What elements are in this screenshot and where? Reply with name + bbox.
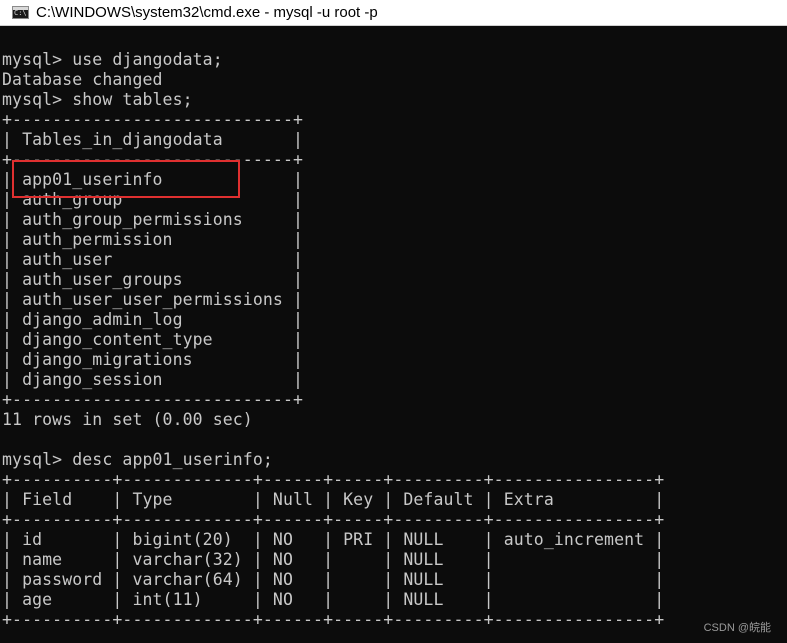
console-line: | auth_user | xyxy=(2,250,304,269)
window-titlebar[interactable]: C:\WINDOWS\system32\cmd.exe - mysql -u r… xyxy=(0,0,787,26)
console-line: | auth_user_user_permissions | xyxy=(2,290,304,309)
cmd-app-icon xyxy=(12,6,29,19)
console-line: | Tables_in_djangodata | xyxy=(2,130,304,149)
console-line: | django_session | xyxy=(2,370,304,389)
console-line: | django_admin_log | xyxy=(2,310,304,329)
console-line: | password | varchar(64) | NO | | NULL |… xyxy=(2,570,665,589)
console-line: Database changed xyxy=(2,70,163,89)
console-line: +----------------------------+ xyxy=(2,110,304,129)
window-title: C:\WINDOWS\system32\cmd.exe - mysql -u r… xyxy=(36,4,378,21)
console-line: | django_content_type | xyxy=(2,330,304,349)
console-output[interactable]: mysql> use djangodata; Database changed my… xyxy=(0,50,787,643)
console-line: | name | varchar(32) | NO | | NULL | | xyxy=(2,550,665,569)
console-line: | age | int(11) | NO | | NULL | | xyxy=(2,590,665,609)
console-line: mysql> show tables; xyxy=(2,90,193,109)
highlight-box xyxy=(12,160,240,198)
console-line: | django_migrations | xyxy=(2,350,304,369)
watermark: CSDN @皖能 xyxy=(703,622,771,634)
console-line: | auth_user_groups | xyxy=(2,270,304,289)
console-line: +----------+-------------+------+-----+-… xyxy=(2,470,665,489)
console-line: mysql> use djangodata; xyxy=(2,50,223,69)
console-line: | auth_permission | xyxy=(2,230,304,249)
console-line: 11 rows in set (0.00 sec) xyxy=(2,410,253,429)
console-line: | id | bigint(20) | NO | PRI | NULL | au… xyxy=(2,530,665,549)
console-line: mysql> desc app01_userinfo; xyxy=(2,450,273,469)
console-line: +----------+-------------+------+-----+-… xyxy=(2,510,665,529)
console-line: | auth_group_permissions | xyxy=(2,210,304,229)
console-line: | Field | Type | Null | Key | Default | … xyxy=(2,490,665,509)
console-line: +----------+-------------+------+-----+-… xyxy=(2,610,665,629)
console-line: +----------------------------+ xyxy=(2,390,304,409)
